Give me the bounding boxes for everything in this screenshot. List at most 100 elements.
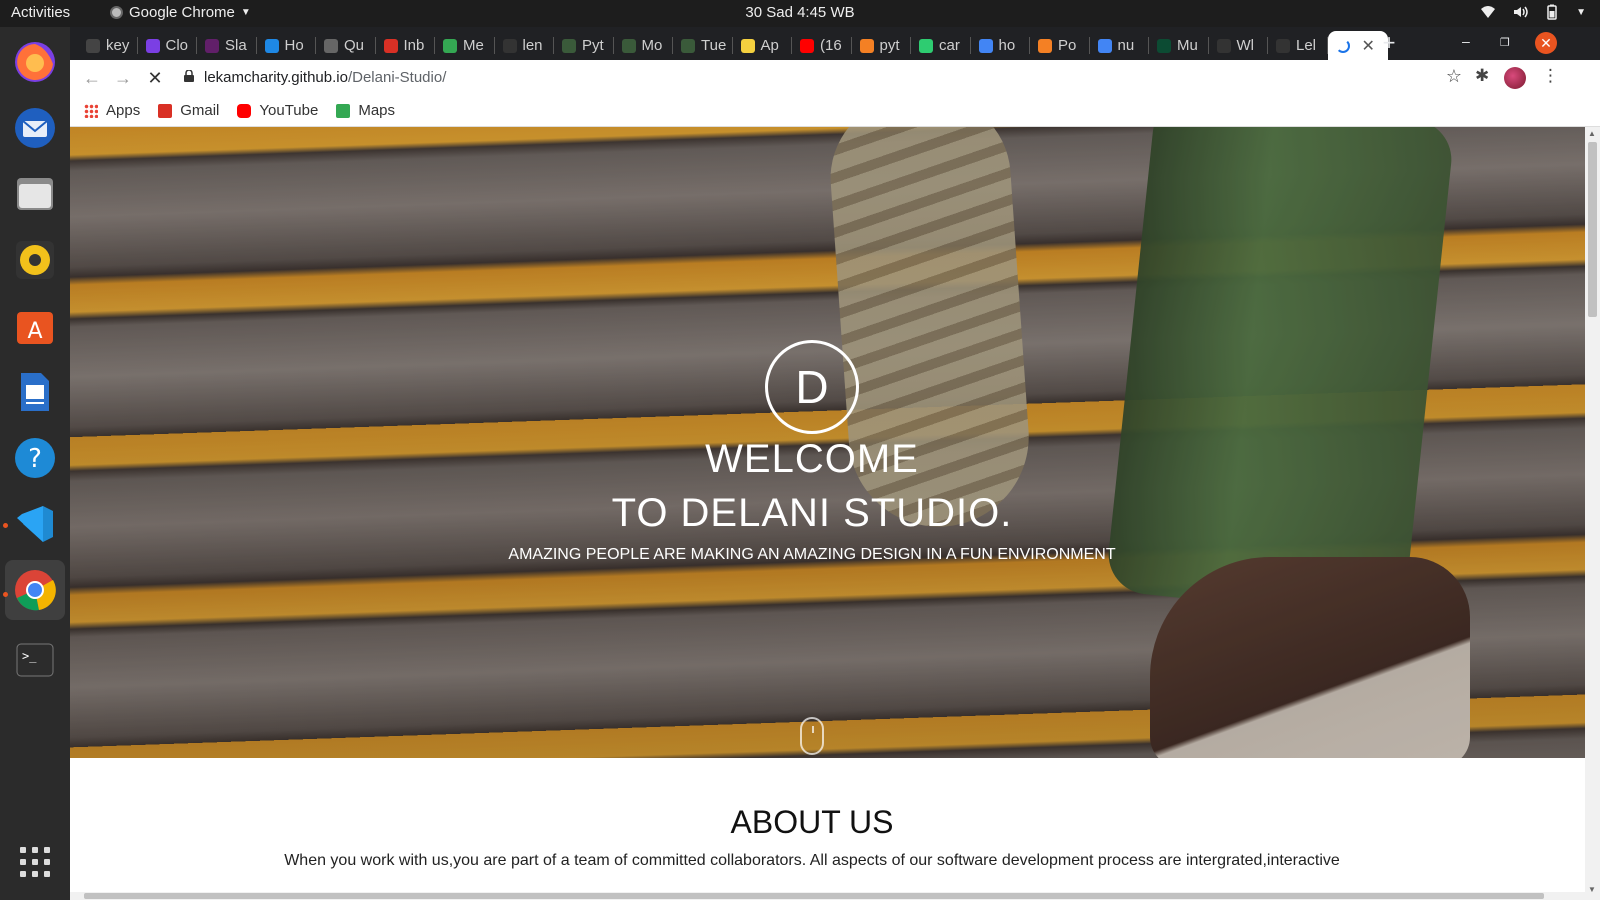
tab[interactable]: car xyxy=(911,31,970,60)
rhythmbox-icon[interactable] xyxy=(12,237,58,283)
studio-logo: D xyxy=(765,340,859,434)
bookmark-maps[interactable]: Maps xyxy=(336,102,395,119)
gmail-icon xyxy=(158,103,173,118)
tab-label: Clo xyxy=(165,37,189,54)
volume-icon xyxy=(1514,6,1528,18)
vertical-scrollbar[interactable]: ▲ ▼ xyxy=(1585,127,1600,900)
svg-text:?: ? xyxy=(28,444,42,474)
tab-label: Inb xyxy=(403,37,425,54)
files-icon[interactable] xyxy=(12,171,58,217)
stop-loading-button[interactable]: ✕ xyxy=(143,66,167,90)
browser-toolbar: ← → ✕ lekamcharity.github.io/Delani-Stud… xyxy=(70,60,1600,95)
libreoffice-writer-icon[interactable] xyxy=(12,369,58,415)
tab[interactable]: nu xyxy=(1090,31,1149,60)
chrome-icon[interactable] xyxy=(5,560,65,620)
bookmark-gmail[interactable]: Gmail xyxy=(158,102,219,119)
tab[interactable]: key xyxy=(78,31,137,60)
clock[interactable]: 30 Sad 4:45 WB xyxy=(0,4,1600,21)
bookmark-star-icon[interactable]: ☆ xyxy=(1446,66,1462,87)
tab-label: Qu xyxy=(344,37,365,54)
maximize-button[interactable]: ❐ xyxy=(1500,36,1510,49)
maps-icon xyxy=(336,103,351,118)
profile-avatar[interactable] xyxy=(1504,67,1526,89)
bookmark-label: Maps xyxy=(358,102,396,119)
show-applications-icon[interactable] xyxy=(20,847,50,877)
bookmark-youtube[interactable]: YouTube xyxy=(237,102,318,119)
tab-favicon-icon xyxy=(621,38,636,53)
extensions-icon[interactable]: ✱ xyxy=(1475,66,1489,86)
system-top-bar: Activities Google Chrome ▼ 30 Sad 4:45 W… xyxy=(0,0,1600,27)
battery-icon xyxy=(1547,4,1557,20)
scroll-up-icon[interactable]: ▲ xyxy=(1588,129,1596,138)
close-window-button[interactable]: ✕ xyxy=(1535,32,1557,54)
tab-label: key xyxy=(106,37,130,54)
tab[interactable]: Lel xyxy=(1268,31,1327,60)
bookmark-apps[interactable]: Apps xyxy=(84,102,140,119)
close-tab-icon[interactable]: ✕ xyxy=(1362,36,1375,56)
tab-label: Mu xyxy=(1177,37,1198,54)
tab[interactable]: Ho xyxy=(257,31,316,60)
tab[interactable]: Ap xyxy=(733,31,792,60)
vertical-scroll-thumb[interactable] xyxy=(1588,142,1597,317)
tab[interactable]: Mo xyxy=(614,31,673,60)
tab[interactable]: Mu xyxy=(1149,31,1208,60)
running-indicator xyxy=(3,592,8,597)
loading-spinner-icon xyxy=(1335,38,1350,53)
tab[interactable]: Sla xyxy=(197,31,256,60)
tab[interactable]: Me xyxy=(435,31,494,60)
tab-label: Tue xyxy=(701,37,727,54)
thunderbird-icon[interactable] xyxy=(12,105,58,151)
tab[interactable]: Qu xyxy=(316,31,375,60)
tab[interactable]: (16 xyxy=(792,31,851,60)
system-tray[interactable]: ▼ xyxy=(1480,4,1586,20)
tab-favicon-icon xyxy=(324,38,338,53)
tab-favicon-icon xyxy=(1038,38,1052,53)
terminal-icon[interactable]: >_ xyxy=(12,637,58,683)
back-button[interactable]: ← xyxy=(80,66,104,90)
tab[interactable]: Po xyxy=(1030,31,1089,60)
scroll-mouse-icon[interactable] xyxy=(800,717,824,755)
horizontal-scrollbar[interactable] xyxy=(70,892,1585,900)
tab-label: Pyt xyxy=(582,37,604,54)
tab[interactable]: ho xyxy=(971,31,1030,60)
scroll-down-icon[interactable]: ▼ xyxy=(1588,885,1596,894)
tab[interactable]: Pyt xyxy=(554,31,613,60)
minimize-button[interactable]: – xyxy=(1462,33,1470,49)
bookmarks-bar: Apps Gmail YouTube Maps xyxy=(70,95,1600,127)
tab-favicon-icon xyxy=(1097,38,1112,53)
bookmark-label: Gmail xyxy=(180,102,220,119)
tab-label: nu xyxy=(1117,37,1135,54)
tab-label: Ho xyxy=(284,37,304,54)
tab[interactable]: pyt xyxy=(852,31,911,60)
tab-favicon-icon xyxy=(502,38,517,53)
tab[interactable]: Wl xyxy=(1209,31,1268,60)
hero-subtitle: AMAZING PEOPLE ARE MAKING AN AMAZING DES… xyxy=(508,546,1116,563)
tab-favicon-icon xyxy=(1216,38,1231,53)
tab-label: Wl xyxy=(1236,37,1255,54)
menu-kebab-icon[interactable]: ⋮ xyxy=(1542,66,1559,86)
running-indicator xyxy=(3,523,8,528)
new-tab-button[interactable]: + xyxy=(1375,30,1403,56)
horizontal-scroll-thumb[interactable] xyxy=(84,893,1544,899)
address-bar[interactable]: lekamcharity.github.io/Delani-Studio/ ☆ xyxy=(176,63,1466,92)
help-icon[interactable]: ? xyxy=(12,435,58,481)
tab-favicon-icon xyxy=(740,38,755,53)
tab[interactable]: len xyxy=(495,31,554,60)
tab-label: Sla xyxy=(225,37,247,54)
tab-label: Mo xyxy=(641,37,663,54)
tab[interactable]: Inb xyxy=(376,31,435,60)
about-title: ABOUT US xyxy=(730,804,894,840)
tab-favicon-icon xyxy=(86,38,100,53)
forward-button[interactable]: → xyxy=(111,66,135,90)
software-center-icon[interactable]: A xyxy=(12,303,58,349)
hero-title-line2: TO DELANI STUDIO. xyxy=(611,491,1013,535)
vscode-icon[interactable] xyxy=(12,501,58,547)
apps-grid-icon xyxy=(84,103,98,118)
tab[interactable]: Tue xyxy=(673,31,732,60)
tab[interactable]: Clo xyxy=(138,31,197,60)
lock-icon xyxy=(184,70,194,82)
tab-label: Lel xyxy=(1296,37,1317,54)
bookmark-label: YouTube xyxy=(259,102,319,119)
firefox-icon[interactable] xyxy=(12,39,58,85)
tab-label: Po xyxy=(1058,37,1077,54)
